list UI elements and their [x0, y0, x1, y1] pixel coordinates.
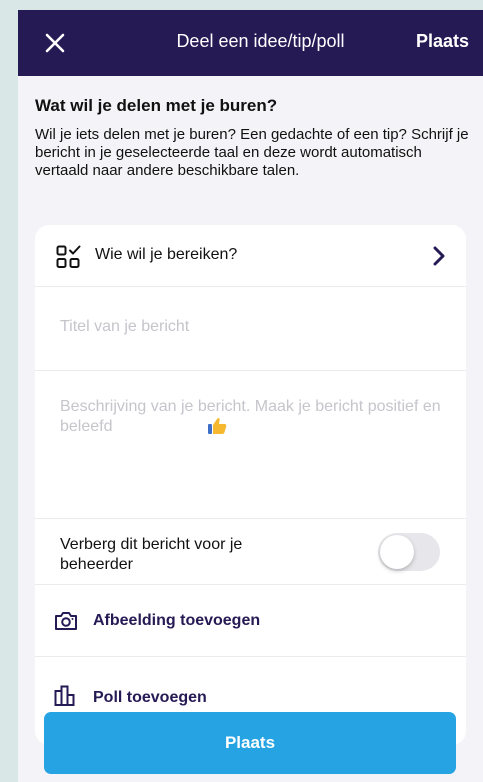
intro-heading: Wat wil je delen met je buren? — [35, 96, 278, 115]
toggle-knob — [380, 535, 414, 569]
title-row — [35, 287, 466, 371]
page-title: Deel een idee/tip/poll — [176, 31, 345, 51]
audience-grid-icon — [56, 245, 81, 268]
thumbs-up-icon — [208, 418, 227, 434]
poll-icon — [54, 685, 75, 706]
hide-from-admin-row: Verberg dit bericht voor je beheerder — [35, 519, 466, 585]
chevron-right-icon — [433, 246, 445, 266]
intro-section: Wat wil je delen met je buren? Wil je ie… — [35, 96, 475, 180]
hide-from-admin-toggle[interactable] — [378, 533, 440, 571]
add-poll-label: Poll toevoegen — [93, 689, 207, 706]
description-row — [35, 371, 466, 519]
add-photo-button[interactable]: Afbeelding toevoegen — [35, 585, 466, 657]
post-header-button[interactable]: Plaats — [416, 31, 469, 52]
camera-icon — [55, 612, 77, 630]
audience-label: Wie wil je bereiken? — [95, 246, 238, 263]
intro-text: Wil je iets delen met je buren? Een geda… — [35, 126, 469, 179]
description-input[interactable] — [60, 397, 450, 507]
post-form-card: Wie wil je bereiken? Verberg dit bericht… — [35, 225, 466, 745]
hide-from-admin-label: Verberg dit bericht voor je beheerder — [60, 536, 243, 573]
add-photo-label: Afbeelding toevoegen — [93, 612, 261, 629]
audience-selector[interactable]: Wie wil je bereiken? — [35, 225, 466, 287]
top-bar: Deel een idee/tip/poll Plaats — [18, 10, 483, 76]
app-screen: Deel een idee/tip/poll Plaats Wat wil je… — [18, 10, 483, 782]
title-input[interactable] — [60, 318, 450, 336]
post-button[interactable]: Plaats — [44, 712, 456, 774]
